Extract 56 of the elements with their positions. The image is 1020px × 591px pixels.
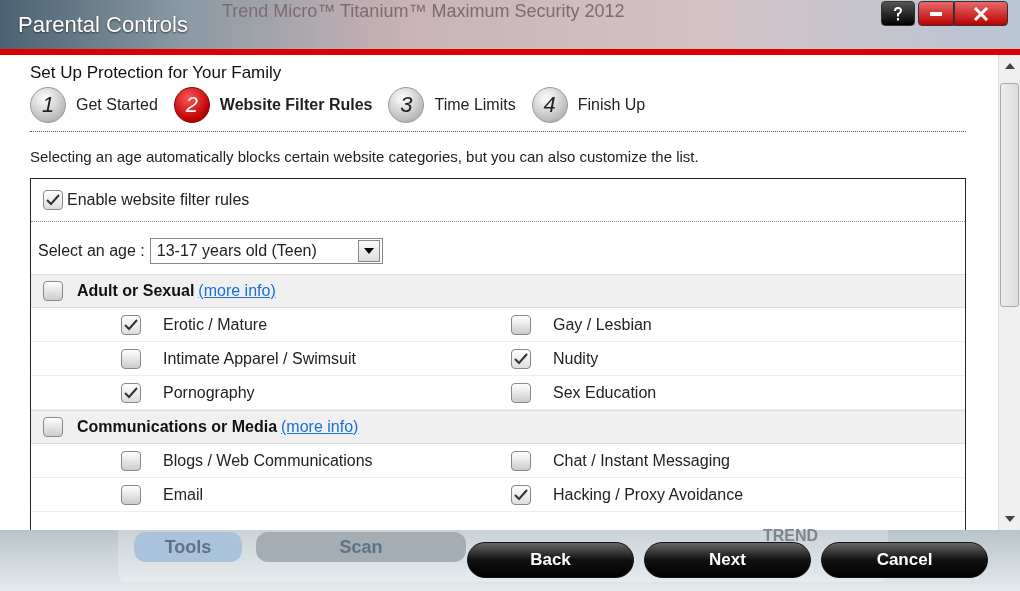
checkbox[interactable]	[511, 484, 531, 505]
scroll-down-icon[interactable]	[1004, 516, 1015, 522]
help-icon	[891, 5, 905, 22]
checkbox[interactable]	[121, 484, 141, 505]
checkbox-label: Nudity	[553, 349, 599, 368]
step-label: Get Started	[76, 96, 158, 114]
checkbox-label: Intimate Apparel / Swimsuit	[163, 349, 356, 368]
checkbox-label: Chat / Instant Messaging	[553, 451, 730, 470]
step-label: Time Limits	[434, 96, 516, 114]
scrollbar[interactable]	[998, 55, 1020, 530]
more-info-link[interactable]: (more info)	[281, 418, 359, 436]
checkbox-label: Sex Education	[553, 383, 657, 402]
checkbox[interactable]	[43, 190, 63, 210]
background-logo-text: TREND	[763, 527, 819, 545]
more-info-link[interactable]: (more info)	[198, 282, 276, 300]
step-number: 4	[531, 87, 568, 123]
step-label: Finish Up	[577, 96, 646, 114]
checkbox[interactable]	[511, 348, 531, 369]
window-title: Parental Controls	[18, 12, 188, 38]
step-number: 2	[173, 87, 210, 123]
close-button[interactable]	[954, 1, 1008, 26]
age-dropdown[interactable]: 13-17 years old (Teen)	[149, 238, 383, 264]
minimize-icon	[929, 10, 943, 17]
background-window-title: Trend Micro™ Titanium™ Maximum Security 2012	[222, 1, 625, 22]
caret-icon	[363, 248, 374, 254]
checkbox-label: Pornography	[163, 383, 255, 402]
checkbox-label: Gay / Lesbian	[553, 315, 652, 334]
checkbox-label: Enable website filter rules	[67, 191, 250, 209]
checkbox[interactable]	[43, 281, 63, 301]
checkbox[interactable]	[121, 314, 141, 335]
scroll-up-icon[interactable]	[1004, 63, 1015, 69]
step-label: Website Filter Rules	[219, 96, 373, 114]
footer-button[interactable]: Cancel	[821, 542, 988, 578]
step-number: 1	[30, 87, 66, 123]
checkbox-label: Erotic / Mature	[163, 315, 268, 334]
checkbox[interactable]	[511, 314, 531, 335]
checkbox[interactable]	[121, 382, 141, 403]
age-label: Select an age :	[38, 242, 145, 260]
checkbox[interactable]	[43, 417, 63, 437]
category-name: Communications or Media	[77, 418, 278, 436]
minimize-button[interactable]	[918, 1, 954, 26]
step-number: 3	[388, 87, 425, 123]
category-name: Adult or Sexual	[77, 282, 195, 300]
footer-button[interactable]: Back	[467, 542, 634, 578]
checkbox-label: Hacking / Proxy Avoidance	[553, 485, 744, 504]
checkbox[interactable]	[511, 382, 531, 403]
checkbox-label: Email	[163, 485, 203, 504]
description-text: Selecting an age automatically blocks certain website categories, but you can also customize the list.	[30, 148, 700, 165]
close-icon	[973, 6, 989, 21]
checkbox-label: Blogs / Web Communications	[163, 451, 373, 470]
footer-button[interactable]: Next	[644, 542, 811, 578]
help-button[interactable]	[881, 1, 915, 26]
checkbox[interactable]	[121, 450, 141, 471]
page-heading: Set Up Protection for Your Family	[30, 63, 283, 83]
checkbox[interactable]	[121, 348, 141, 369]
checkbox[interactable]	[511, 450, 531, 471]
